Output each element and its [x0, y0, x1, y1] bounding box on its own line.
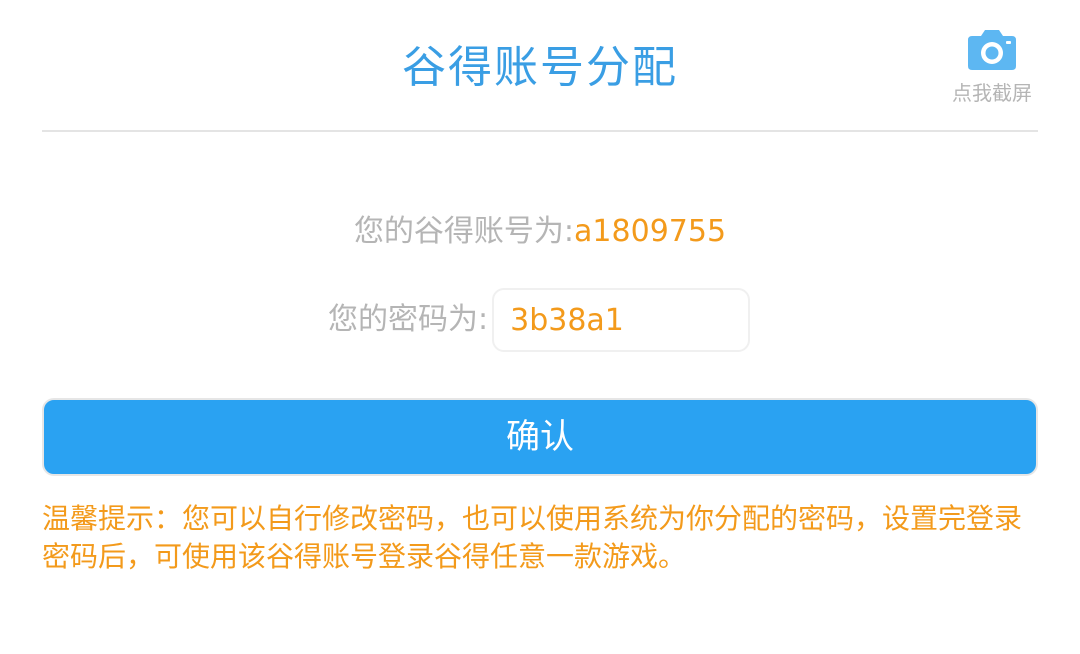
screenshot-button[interactable]: 点我截屏: [940, 24, 1044, 110]
account-allocation-page: 谷得账号分配 点我截屏 您的谷得账号为:a1809755 您的密码为: 确认 温…: [0, 0, 1080, 654]
page-title: 谷得账号分配: [402, 42, 678, 93]
password-row: 您的密码为:: [328, 288, 751, 352]
camera-icon: [968, 30, 1016, 70]
account-row: 您的谷得账号为:a1809755: [0, 210, 1080, 254]
account-value: a1809755: [574, 214, 727, 249]
screenshot-label: 点我截屏: [952, 81, 1032, 105]
header-divider: [42, 130, 1038, 132]
confirm-button[interactable]: 确认: [42, 398, 1038, 476]
password-label: 您的密码为:: [328, 302, 489, 337]
tip-text: 温馨提示：您可以自行修改密码，也可以使用系统为你分配的密码，设置完登录密码后，可…: [42, 502, 1023, 573]
account-label: 您的谷得账号为:: [353, 214, 575, 249]
header: 谷得账号分配 点我截屏: [0, 0, 1080, 130]
password-input[interactable]: [492, 288, 751, 352]
